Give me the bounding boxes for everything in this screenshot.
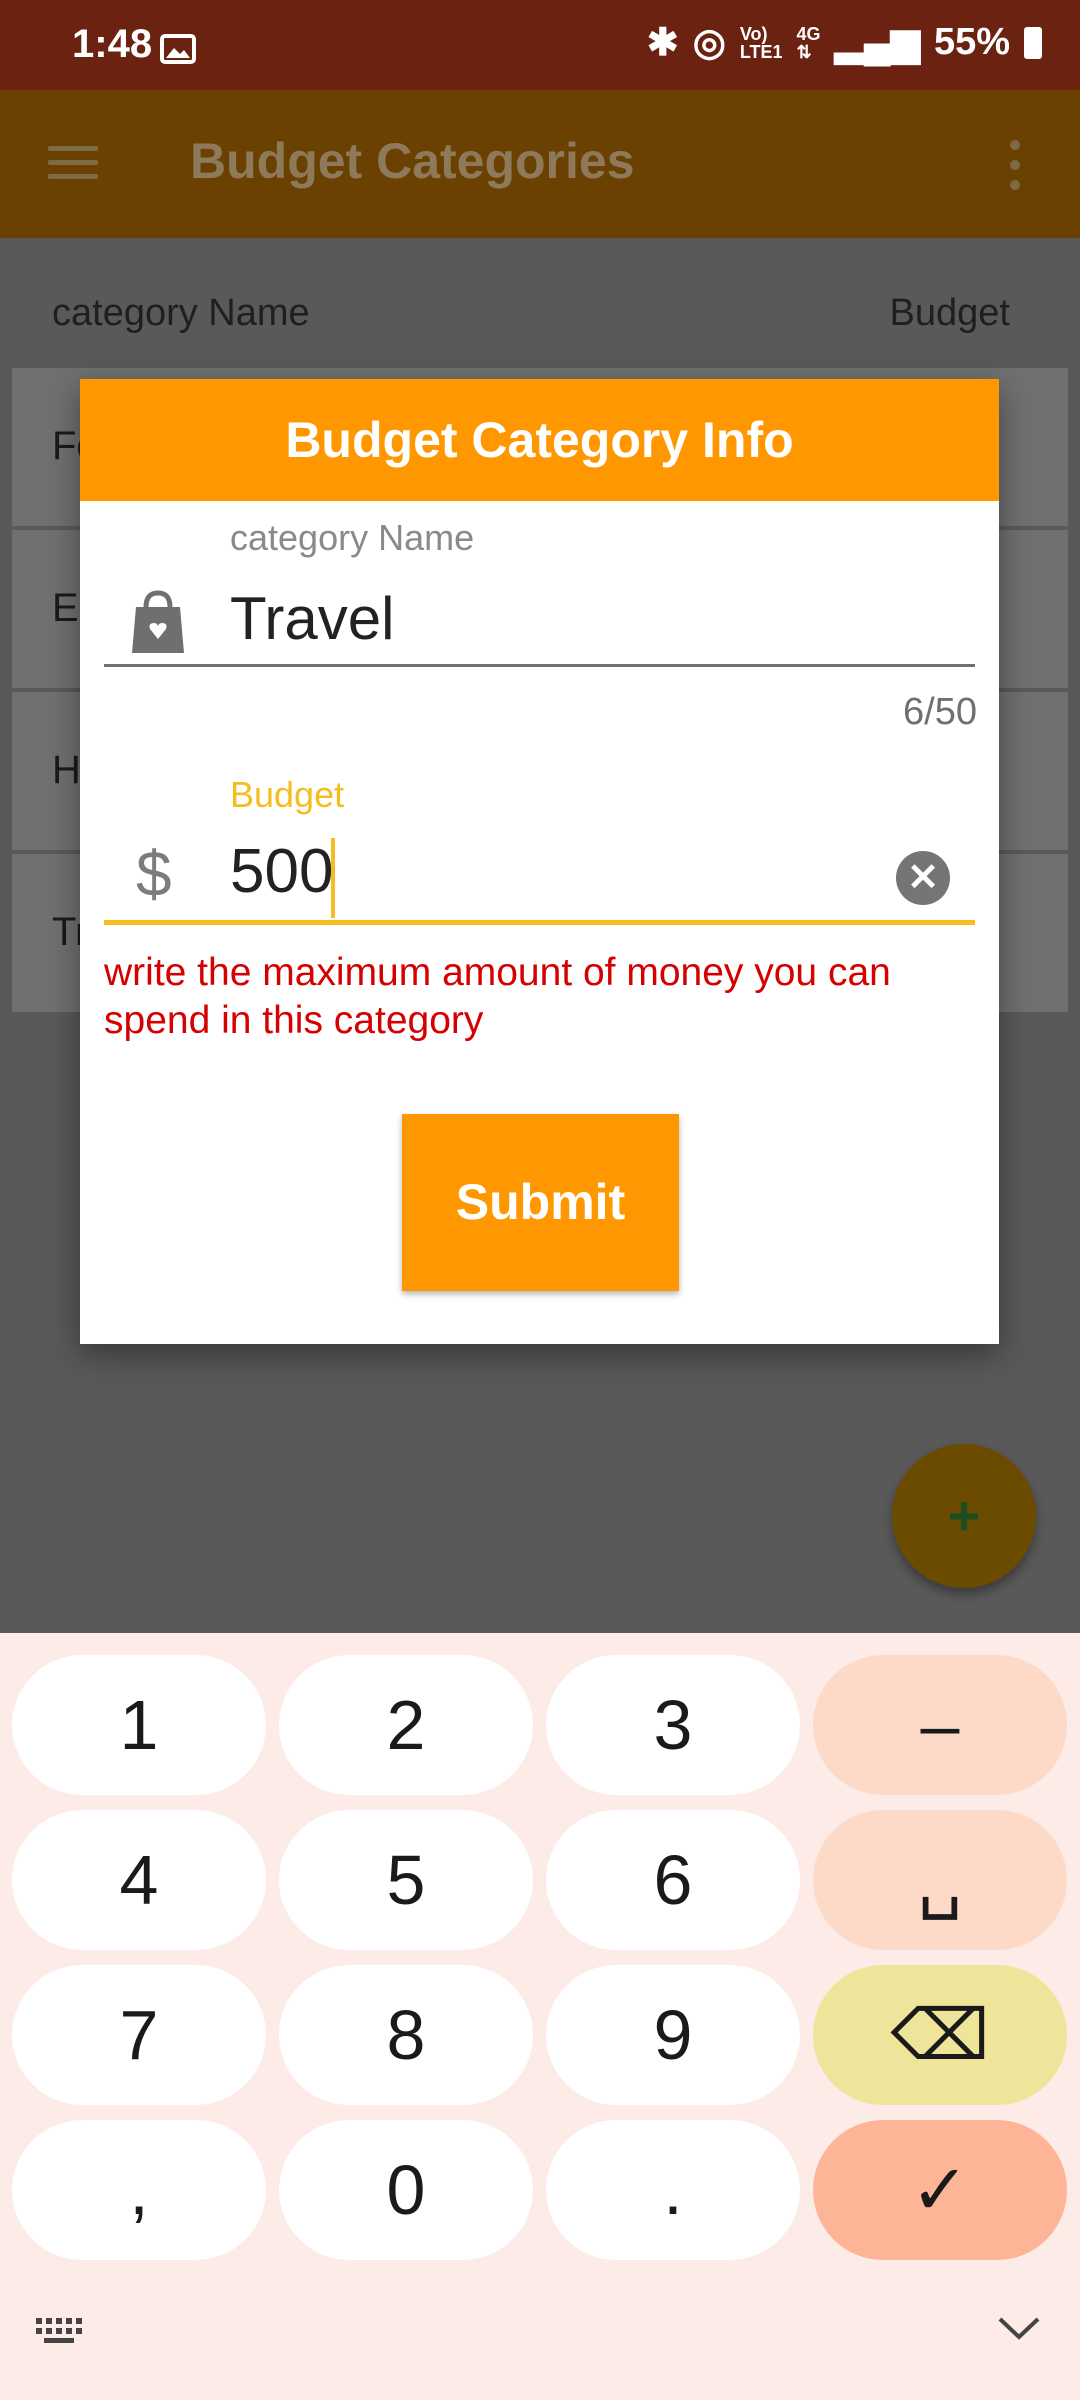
volte-icon: Vo) LTE1	[739, 23, 783, 62]
app-bar: Budget Categories	[0, 90, 1080, 238]
key-8[interactable]: 8	[279, 1965, 533, 2105]
dialog-title: Budget Category Info	[285, 412, 794, 468]
column-header-name: category Name	[52, 292, 310, 334]
more-options-icon[interactable]	[1010, 140, 1020, 200]
keyboard-switch-icon[interactable]	[34, 2316, 84, 2346]
budget-label: Budget	[230, 774, 345, 815]
budget-underline	[104, 920, 975, 925]
bluetooth-icon: ✱	[646, 22, 679, 64]
key-1[interactable]: 1	[12, 1655, 266, 1795]
key-9[interactable]: 9	[546, 1965, 800, 2105]
submit-button[interactable]: Submit	[402, 1114, 679, 1291]
numeric-keyboard: 1 2 3 – 4 5 6 ␣ 7 8 9 ⌫ , 0 . ✓	[0, 1633, 1080, 2400]
budget-error-hint: write the maximum amount of money you ca…	[104, 951, 891, 1042]
list-item-label: H	[52, 748, 81, 792]
text-cursor	[331, 838, 335, 918]
status-bar: 1:48 ✱ ◎ Vo) LTE1 4G ⇅ ▂▄▆ 55%	[0, 0, 1080, 90]
minus-key[interactable]: –	[813, 1655, 1067, 1795]
battery-percent: 55%	[933, 21, 1010, 63]
submit-label: Submit	[455, 1174, 626, 1230]
shopping-bag-icon	[132, 590, 184, 653]
category-name-label: category Name	[230, 517, 475, 558]
app-title: Budget Categories	[190, 133, 635, 189]
key-4[interactable]: 4	[12, 1810, 266, 1950]
add-category-button[interactable]: +	[892, 1444, 1036, 1588]
key-0[interactable]: 0	[279, 2120, 533, 2260]
clear-icon[interactable]: ✕	[896, 851, 950, 905]
category-dialog: Budget Category Info category Name Trave…	[80, 379, 999, 1344]
enter-key[interactable]: ✓	[813, 2120, 1067, 2260]
plus-icon: +	[947, 1484, 981, 1547]
4g-icon: 4G ⇅	[796, 23, 821, 62]
status-icons: ✱ ◎ Vo) LTE1 4G ⇅ ▂▄▆ 55%	[647, 20, 1042, 65]
budget-input[interactable]: 500	[230, 836, 333, 907]
category-name-underline	[104, 664, 975, 667]
dollar-icon: $	[136, 838, 172, 910]
character-counter: 6/50	[903, 691, 977, 733]
column-header-budget: Budget	[889, 292, 1010, 334]
key-2[interactable]: 2	[279, 1655, 533, 1795]
signal-icon: ▂▄▆	[834, 22, 920, 64]
dialog-header: Budget Category Info	[80, 379, 999, 501]
space-key[interactable]: ␣	[813, 1810, 1067, 1950]
key-3[interactable]: 3	[546, 1655, 800, 1795]
battery-icon	[1024, 26, 1042, 59]
key-7[interactable]: 7	[12, 1965, 266, 2105]
hide-keyboard-chevron-icon[interactable]	[996, 2313, 1042, 2343]
comma-key[interactable]: ,	[12, 2120, 266, 2260]
status-time: 1:48	[72, 22, 153, 66]
period-key[interactable]: .	[546, 2120, 800, 2260]
gallery-notification-icon	[160, 34, 196, 64]
backspace-key[interactable]: ⌫	[813, 1965, 1067, 2105]
hotspot-icon: ◎	[692, 22, 726, 64]
category-name-input[interactable]: Travel	[230, 584, 394, 653]
menu-icon[interactable]	[48, 146, 98, 180]
key-6[interactable]: 6	[546, 1810, 800, 1950]
key-5[interactable]: 5	[279, 1810, 533, 1950]
